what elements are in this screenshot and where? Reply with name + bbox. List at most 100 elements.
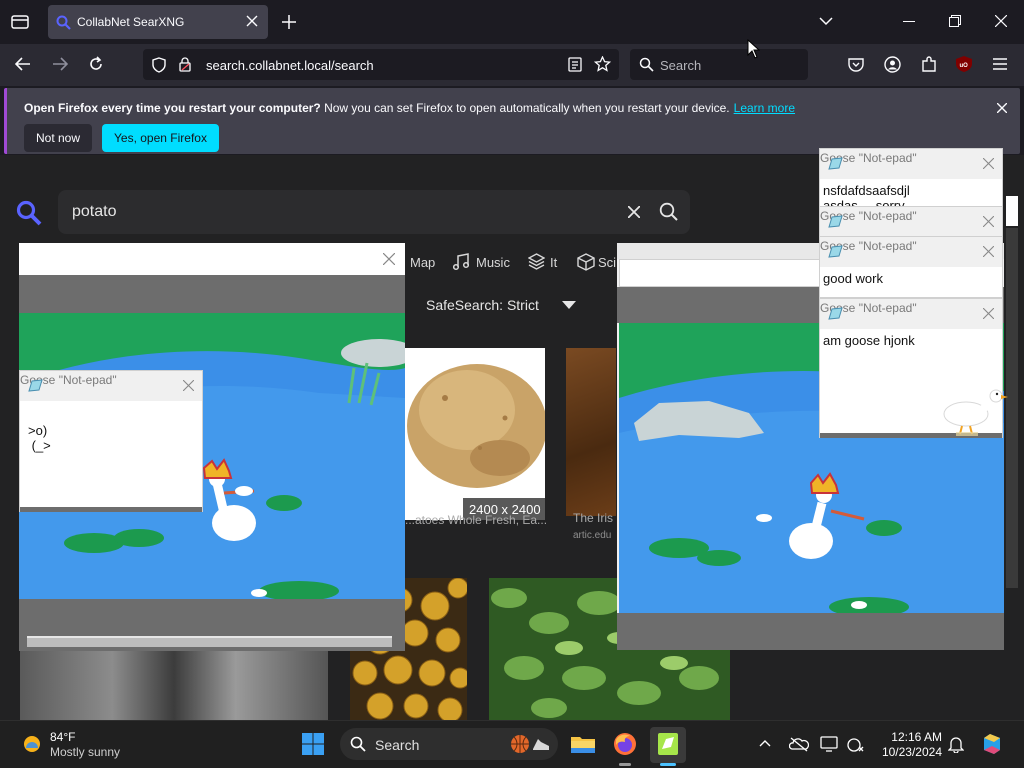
back-icon[interactable] bbox=[15, 57, 31, 71]
browser-search-box[interactable]: Search bbox=[630, 49, 808, 80]
tab-it[interactable]: It bbox=[550, 255, 557, 270]
tab-close-icon[interactable] bbox=[246, 15, 258, 27]
window-close-icon[interactable] bbox=[995, 15, 1007, 27]
notification-bold-text: Open Firefox every time you restart your… bbox=[24, 101, 321, 115]
goose-app-icon[interactable] bbox=[650, 727, 686, 763]
search-icon bbox=[639, 57, 654, 72]
not-now-button[interactable]: Not now bbox=[24, 124, 93, 152]
layers-icon bbox=[528, 253, 545, 270]
notepad-titlebar[interactable]: Goose "Not-epad" bbox=[20, 371, 202, 401]
result-image-potato[interactable] bbox=[405, 348, 545, 520]
url-bar[interactable]: search.collabnet.local/search bbox=[143, 49, 619, 80]
browser-tab[interactable]: CollabNet SearXNG bbox=[48, 5, 268, 39]
notepad-text[interactable]: am goose hjonk bbox=[823, 333, 915, 348]
desktop-goose[interactable] bbox=[938, 388, 1010, 438]
goose-notepad-window-2[interactable]: Goose "Not-epad" nsfdafdsaafsdjl asdas s… bbox=[819, 148, 1003, 213]
result-caption-2[interactable]: The Iris bbox=[573, 511, 617, 525]
copilot-icon[interactable] bbox=[980, 732, 1004, 756]
lock-icon[interactable] bbox=[179, 57, 191, 72]
window-close-icon[interactable] bbox=[383, 253, 397, 267]
network-icon[interactable] bbox=[847, 737, 865, 753]
notification-text: Now you can set Firefox to open automati… bbox=[324, 101, 730, 115]
yes-open-firefox-button[interactable]: Yes, open Firefox bbox=[102, 124, 219, 152]
weather-temperature[interactable]: 84°F bbox=[50, 730, 75, 744]
safesearch-select[interactable]: SafeSearch: Strict bbox=[426, 297, 539, 313]
bookmark-star-icon[interactable] bbox=[594, 56, 611, 72]
searxng-logo-icon[interactable] bbox=[16, 200, 42, 226]
result-image-wood[interactable] bbox=[566, 348, 616, 516]
result-source-2: artic.edu bbox=[573, 530, 612, 541]
safesearch-chevron-down-icon[interactable] bbox=[562, 301, 576, 309]
mouse-cursor-icon bbox=[747, 39, 760, 59]
notepad-app-icon bbox=[828, 245, 843, 258]
notepad-titlebar[interactable]: Goose "Not-epad" bbox=[820, 237, 1002, 267]
ublock-origin-icon[interactable]: uO bbox=[955, 55, 973, 73]
tab-overflow-chevron-icon[interactable] bbox=[819, 16, 833, 26]
notepad-titlebar[interactable]: Goose "Not-epad" bbox=[820, 207, 1002, 237]
show-hidden-icons-chevron-icon[interactable] bbox=[759, 739, 771, 747]
goose-notepad-window-4[interactable]: Goose "Not-epad" good work bbox=[819, 236, 1003, 298]
result-image-grayscale[interactable] bbox=[20, 650, 328, 720]
sneaker-icon bbox=[532, 736, 550, 752]
clock-time[interactable]: 12:16 AM bbox=[880, 730, 942, 744]
notepad-close-icon[interactable] bbox=[983, 158, 997, 172]
windows-start-icon[interactable] bbox=[302, 733, 324, 755]
notepad-close-icon[interactable] bbox=[183, 380, 197, 394]
search-query-input[interactable]: potato bbox=[72, 203, 116, 221]
firefox-icon[interactable] bbox=[613, 732, 637, 756]
reader-view-icon[interactable] bbox=[568, 57, 582, 72]
learn-more-link[interactable]: Learn more bbox=[734, 101, 795, 115]
window-bottom-band bbox=[617, 613, 1004, 650]
notepad-close-icon[interactable] bbox=[983, 246, 997, 260]
pocket-icon[interactable] bbox=[848, 57, 864, 72]
notification-bell-icon[interactable] bbox=[948, 736, 964, 753]
shield-icon[interactable] bbox=[152, 57, 166, 73]
tab-list-icon[interactable] bbox=[11, 14, 29, 30]
taskbar-app-indicator bbox=[619, 763, 631, 766]
taskbar-search-box[interactable]: Search bbox=[340, 728, 558, 760]
tab-title: CollabNet SearXNG bbox=[77, 15, 185, 29]
file-explorer-icon[interactable] bbox=[570, 733, 596, 755]
onedrive-icon[interactable] bbox=[789, 736, 809, 752]
music-note-icon bbox=[453, 253, 469, 271]
cube-icon bbox=[577, 253, 595, 271]
app-menu-icon[interactable] bbox=[993, 58, 1007, 70]
tab-science[interactable]: Sci bbox=[598, 255, 616, 270]
search-query-box[interactable]: potato bbox=[58, 190, 690, 234]
new-tab-icon[interactable] bbox=[282, 15, 296, 29]
window-scrollbar[interactable] bbox=[27, 636, 392, 647]
result-caption-1[interactable]: ...atoes Whole Fresh, Ea... bbox=[405, 513, 557, 527]
notification-message: Open Firefox every time you restart your… bbox=[24, 101, 795, 115]
tab-music[interactable]: Music bbox=[476, 255, 510, 270]
goose-notepad-window-3[interactable]: Goose "Not-epad" bbox=[819, 206, 1003, 238]
notepad-close-icon[interactable] bbox=[983, 308, 997, 322]
extensions-icon[interactable] bbox=[921, 56, 937, 73]
minimize-icon[interactable] bbox=[903, 21, 915, 23]
reload-icon[interactable] bbox=[88, 56, 104, 72]
tab-map[interactable]: Map bbox=[410, 255, 435, 270]
account-icon[interactable] bbox=[884, 56, 901, 73]
forward-icon[interactable] bbox=[52, 57, 68, 71]
clear-search-icon[interactable] bbox=[628, 206, 640, 218]
searxng-favicon-icon bbox=[56, 15, 71, 30]
submit-search-icon[interactable] bbox=[659, 202, 678, 221]
notepad-text[interactable]: good work bbox=[823, 271, 883, 286]
url-text[interactable]: search.collabnet.local/search bbox=[206, 58, 374, 73]
notepad-text[interactable]: >o) (_> bbox=[28, 423, 51, 453]
notepad-close-icon[interactable] bbox=[983, 216, 997, 230]
search-icon bbox=[350, 736, 366, 752]
notepad-titlebar[interactable]: Goose "Not-epad" bbox=[820, 299, 1002, 329]
search-placeholder: Search bbox=[660, 58, 702, 73]
display-icon[interactable] bbox=[820, 736, 838, 752]
window-gray-band bbox=[19, 275, 405, 313]
clock-date[interactable]: 10/23/2024 bbox=[870, 745, 942, 759]
page-right-scroll-area bbox=[1006, 196, 1018, 226]
weather-description[interactable]: Mostly sunny bbox=[50, 745, 120, 759]
notepad-titlebar[interactable]: Goose "Not-epad" bbox=[820, 149, 1002, 179]
taskbar-active-indicator bbox=[660, 763, 676, 766]
restore-icon[interactable] bbox=[949, 15, 961, 27]
window-titlebar[interactable] bbox=[19, 243, 405, 275]
goose-notepad-window-1[interactable]: Goose "Not-epad" >o) (_> bbox=[19, 370, 203, 512]
notification-close-icon[interactable] bbox=[997, 103, 1007, 113]
weather-sun-icon[interactable] bbox=[20, 732, 44, 756]
